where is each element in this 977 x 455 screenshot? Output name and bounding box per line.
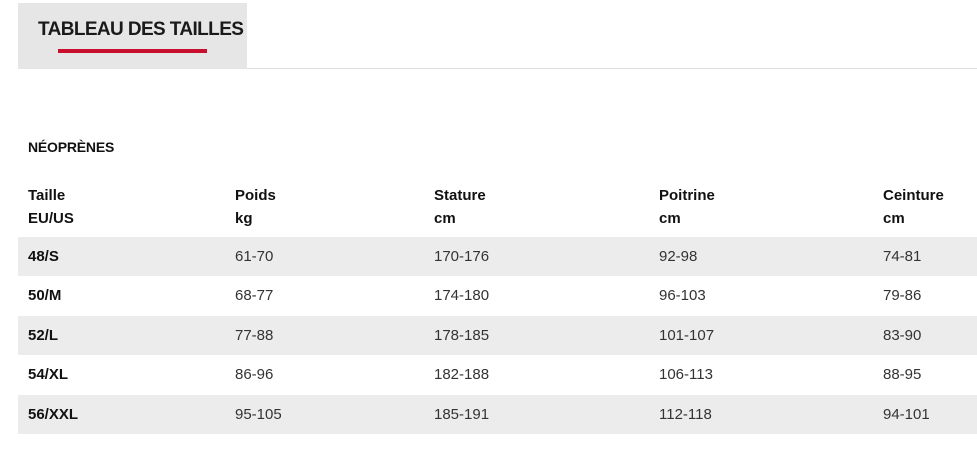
section-title: NÉOPRÈNES bbox=[28, 139, 115, 155]
cell-size: 52/L bbox=[28, 326, 59, 344]
cell-weight: 61-70 bbox=[235, 248, 274, 265]
cell-size: 50/M bbox=[28, 287, 62, 305]
cell-chest: 106-113 bbox=[659, 366, 713, 384]
cell-waist: 79-86 bbox=[883, 287, 922, 305]
header-waist-label: Ceinture bbox=[883, 187, 944, 204]
header-chest-unit: cm bbox=[659, 210, 681, 227]
header-height-unit: cm bbox=[434, 210, 456, 227]
cell-height: 185-191 bbox=[434, 405, 490, 423]
cell-waist: 88-95 bbox=[883, 366, 922, 384]
cell-waist: 74-81 bbox=[883, 248, 922, 265]
cell-size: 48/S bbox=[28, 248, 59, 265]
table-row: 48/S 61-70 170-176 92-98 74-81 bbox=[18, 237, 977, 277]
header-weight-unit: kg bbox=[235, 210, 253, 227]
header-height: Stature cm bbox=[434, 184, 486, 230]
header-size: Taille EU/US bbox=[28, 184, 74, 230]
cell-height: 182-188 bbox=[434, 366, 490, 384]
header-weight-label: Poids bbox=[235, 187, 276, 204]
cell-height: 170-176 bbox=[434, 248, 490, 265]
cell-chest: 101-107 bbox=[659, 326, 715, 344]
tab-size-chart[interactable]: TABLEAU DES TAILLES bbox=[18, 3, 247, 69]
cell-weight: 86-96 bbox=[235, 366, 274, 384]
header-weight: Poids kg bbox=[235, 184, 276, 230]
cell-chest: 112-118 bbox=[659, 405, 712, 423]
size-table: Taille EU/US Poids kg Stature cm Poitrin… bbox=[18, 178, 977, 434]
header-height-label: Stature bbox=[434, 187, 486, 204]
cell-weight: 95-105 bbox=[235, 405, 282, 423]
table-row: 56/XXL 95-105 185-191 112-118 94-101 bbox=[18, 394, 977, 434]
cell-height: 174-180 bbox=[434, 287, 490, 305]
header-waist: Ceinture cm bbox=[883, 184, 944, 230]
table-row: 50/M 68-77 174-180 96-103 79-86 bbox=[18, 276, 977, 315]
active-tab-indicator bbox=[58, 49, 207, 53]
cell-weight: 77-88 bbox=[235, 326, 274, 344]
table-header-row: Taille EU/US Poids kg Stature cm Poitrin… bbox=[18, 178, 977, 237]
cell-size: 56/XXL bbox=[28, 405, 79, 423]
cell-weight: 68-77 bbox=[235, 287, 274, 305]
header-waist-unit: cm bbox=[883, 210, 905, 227]
cell-size: 54/XL bbox=[28, 366, 69, 384]
tab-bar: TABLEAU DES TAILLES bbox=[18, 0, 977, 69]
cell-waist: 83-90 bbox=[883, 326, 922, 344]
header-size-unit: EU/US bbox=[28, 210, 74, 227]
table-row: 54/XL 86-96 182-188 106-113 88-95 bbox=[18, 355, 977, 394]
table-row: 52/L 77-88 178-185 101-107 83-90 bbox=[18, 315, 977, 356]
cell-chest: 96-103 bbox=[659, 287, 706, 305]
header-chest: Poitrine cm bbox=[659, 184, 715, 230]
cell-height: 178-185 bbox=[434, 326, 490, 344]
cell-chest: 92-98 bbox=[659, 248, 698, 265]
header-chest-label: Poitrine bbox=[659, 187, 715, 204]
header-size-label: Taille bbox=[28, 187, 66, 204]
cell-waist: 94-101 bbox=[883, 405, 930, 423]
tab-size-chart-label: TABLEAU DES TAILLES bbox=[38, 19, 244, 40]
